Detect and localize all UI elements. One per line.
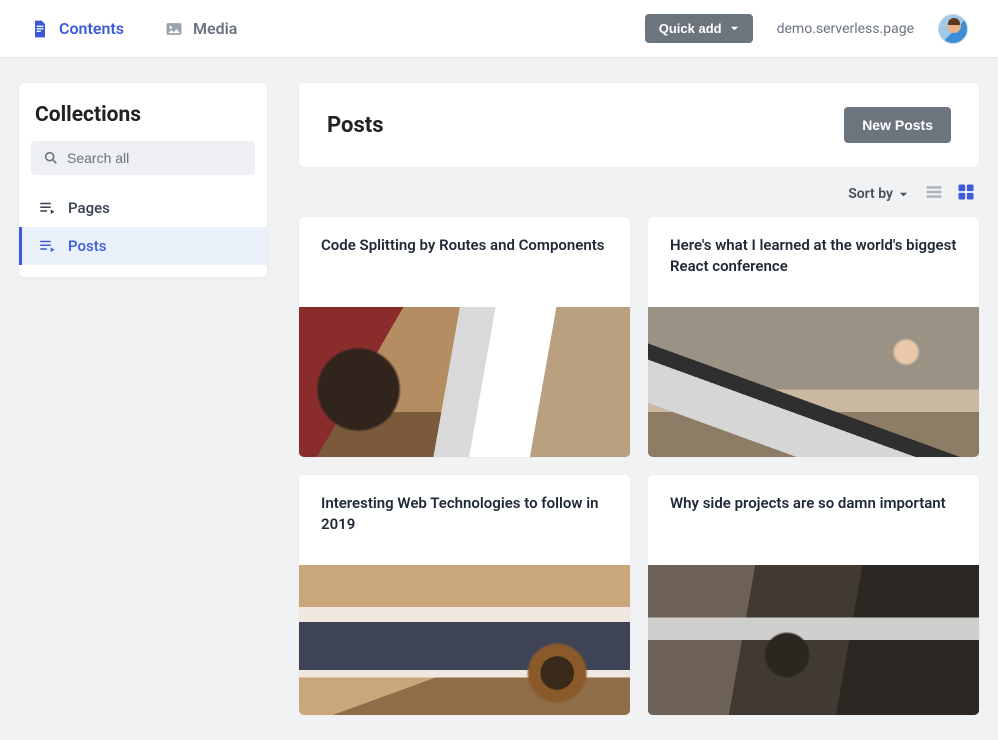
sidebar-item-posts[interactable]: Posts	[19, 227, 267, 265]
posts-icon	[38, 237, 56, 255]
sort-by-dropdown[interactable]: Sort by	[848, 186, 908, 202]
document-icon	[30, 19, 50, 39]
nav-media-label: Media	[193, 19, 237, 38]
view-toggle	[924, 182, 976, 206]
caret-down-icon	[899, 190, 908, 199]
sidebar-item-label: Posts	[68, 237, 106, 255]
page-title: Posts	[327, 113, 384, 138]
post-card[interactable]: Here's what I learned at the world's big…	[647, 216, 980, 458]
post-thumbnail	[299, 307, 630, 457]
panel-header: Posts New Posts	[298, 82, 980, 168]
sidebar-title: Collections	[35, 103, 251, 127]
sidebar: Collections Pages Posts	[18, 82, 268, 278]
collection-list: Pages Posts	[19, 189, 267, 265]
post-card[interactable]: Code Splitting by Routes and Components	[298, 216, 631, 458]
post-thumbnail	[648, 565, 979, 715]
nav-contents-label: Contents	[59, 19, 124, 38]
new-posts-button[interactable]: New Posts	[844, 107, 951, 143]
caret-down-icon	[730, 24, 739, 33]
post-thumbnail	[648, 307, 979, 457]
domain-text[interactable]: demo.serverless.page	[777, 21, 914, 37]
post-title: Code Splitting by Routes and Components	[299, 217, 630, 307]
quick-add-label: Quick add	[659, 21, 722, 36]
image-icon	[164, 19, 184, 39]
post-card[interactable]: Why side projects are so damn important	[647, 474, 980, 716]
sidebar-item-pages[interactable]: Pages	[19, 189, 267, 227]
search-icon	[43, 150, 59, 166]
post-card[interactable]: Interesting Web Technologies to follow i…	[298, 474, 631, 716]
post-title: Here's what I learned at the world's big…	[648, 217, 979, 307]
nav-contents[interactable]: Contents	[30, 19, 124, 39]
sort-by-label: Sort by	[848, 186, 893, 202]
post-title: Why side projects are so damn important	[648, 475, 979, 565]
post-title: Interesting Web Technologies to follow i…	[299, 475, 630, 565]
search-box[interactable]	[31, 141, 255, 175]
pages-icon	[38, 199, 56, 217]
nav-media[interactable]: Media	[164, 19, 237, 39]
topbar: Contents Media Quick add demo.serverless…	[0, 0, 998, 58]
search-input[interactable]	[67, 150, 243, 166]
grid-view-icon[interactable]	[956, 182, 976, 206]
toolbar: Sort by	[298, 168, 980, 216]
avatar[interactable]	[938, 14, 968, 44]
topnav: Contents Media	[30, 19, 237, 39]
main: Posts New Posts Sort by Code Split	[298, 82, 980, 716]
quick-add-button[interactable]: Quick add	[645, 14, 753, 43]
list-view-icon[interactable]	[924, 182, 944, 206]
sidebar-item-label: Pages	[68, 199, 110, 217]
posts-grid: Code Splitting by Routes and Components …	[298, 216, 980, 716]
post-thumbnail	[299, 565, 630, 715]
